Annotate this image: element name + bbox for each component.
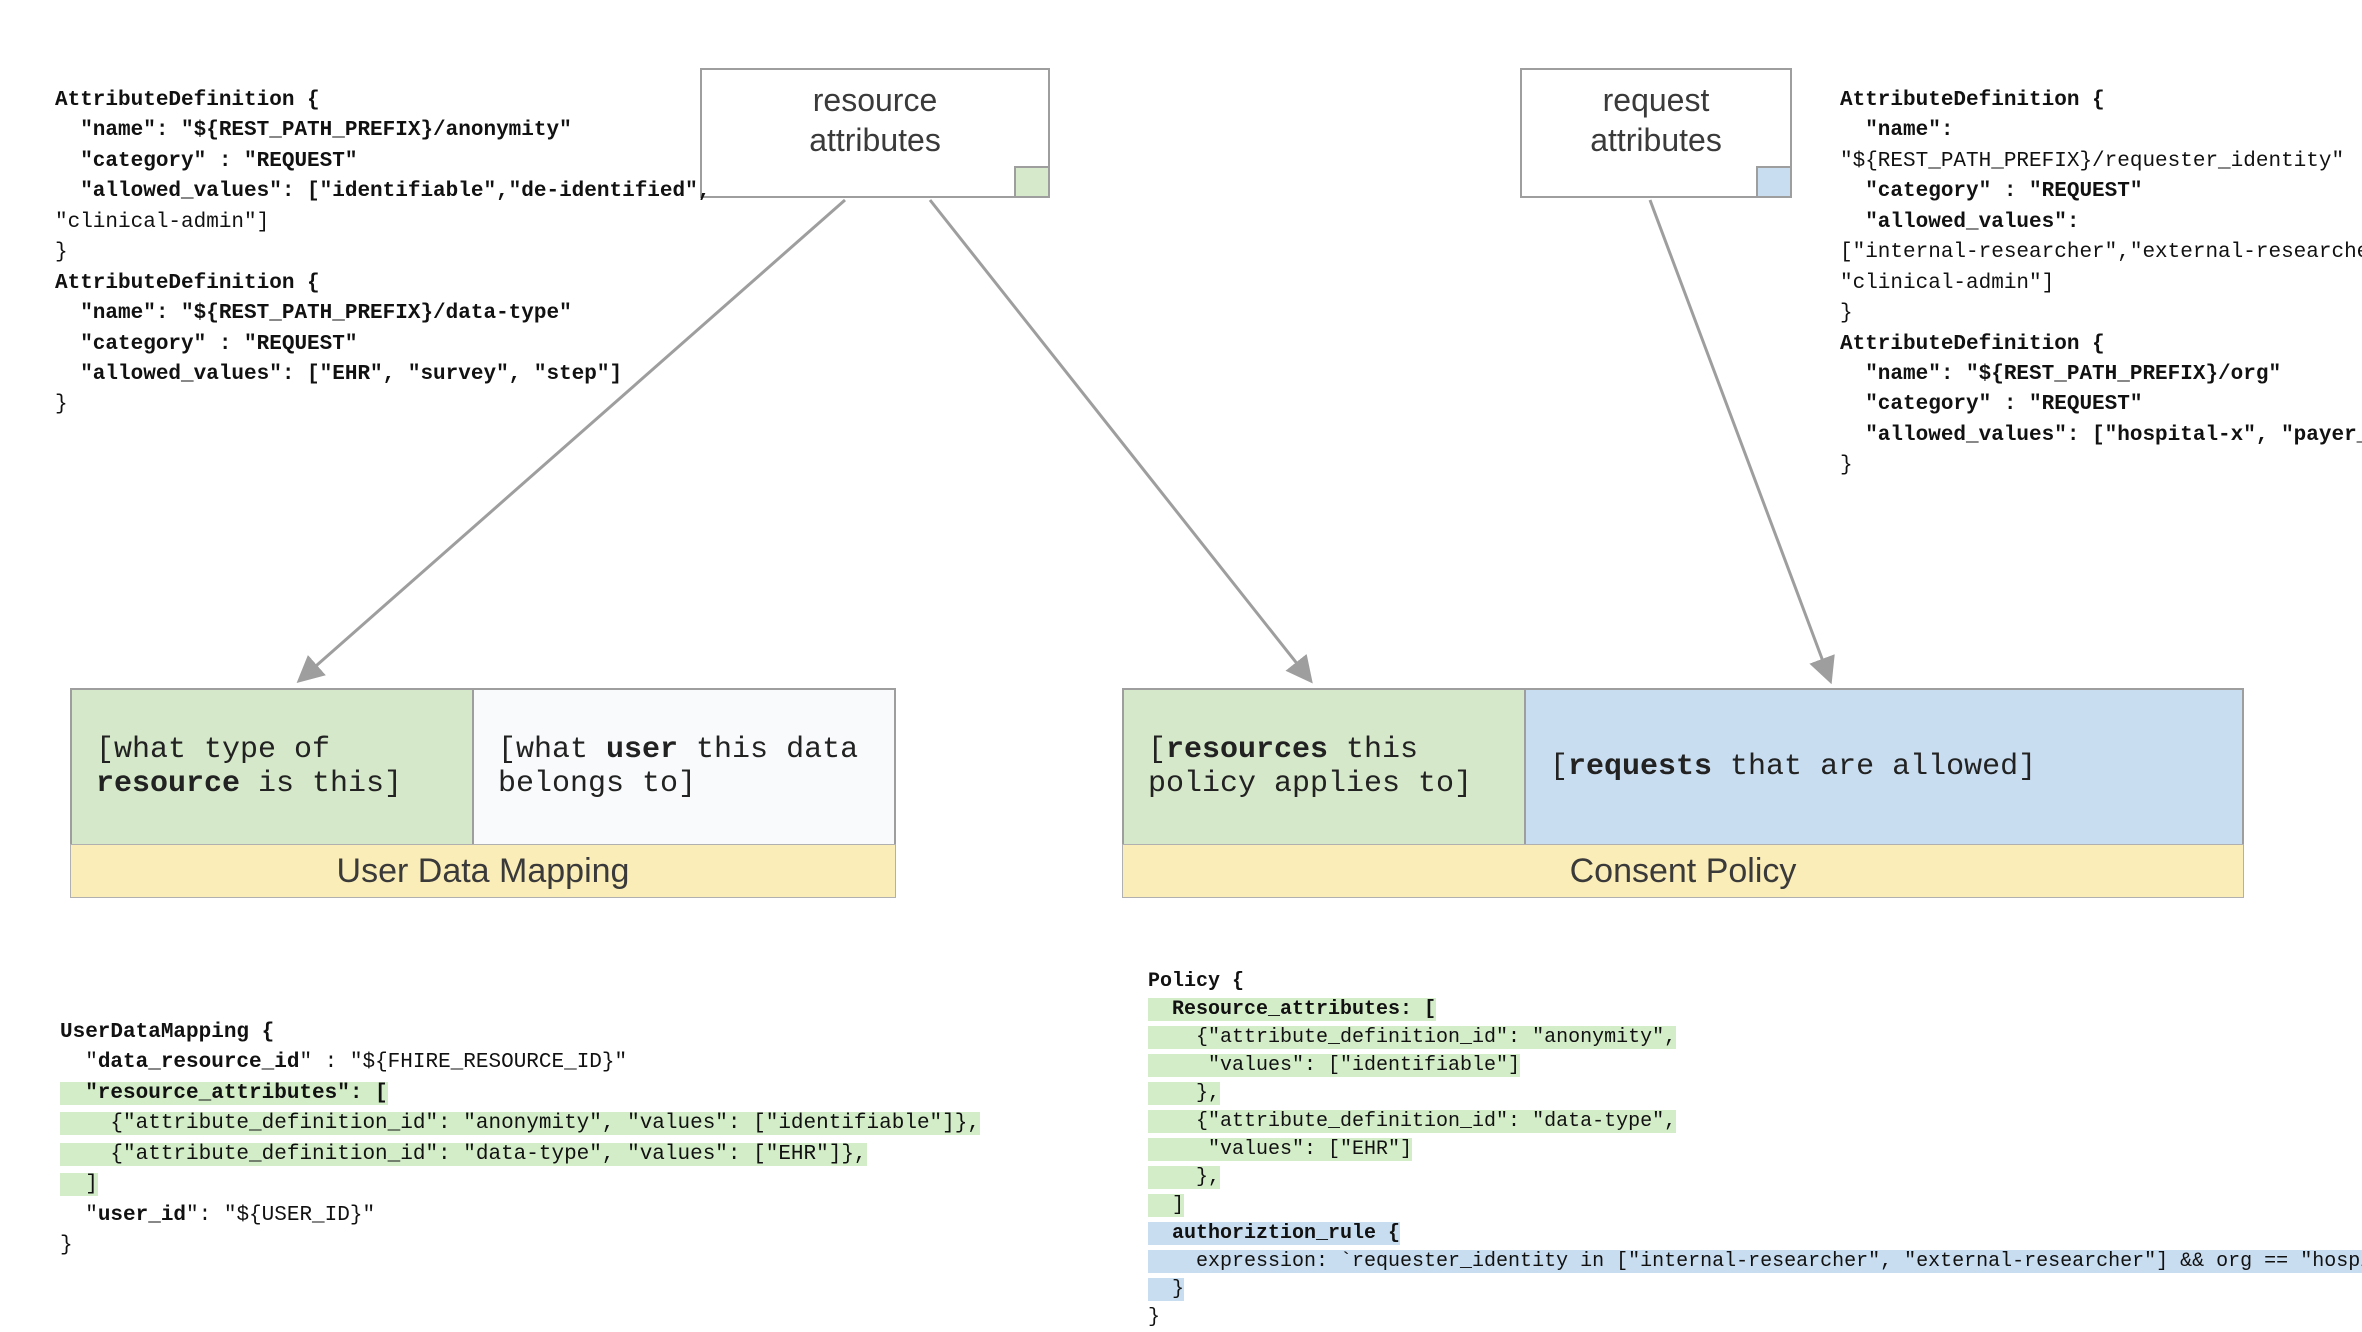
request-attributes-box: request attributes [1520,68,1792,198]
banner-label: Consent Policy [1570,852,1797,891]
consent-policy-banner: Consent Policy [1122,844,2244,898]
swatch-green [1014,166,1048,196]
resource-type-pill: [what type of resource is this] [70,688,474,846]
policy-applies-pill: [resources this policy applies to] [1122,688,1526,846]
user-belongs-pill: [what user this data belongs to] [472,688,896,846]
policy-code: Policy { Resource_attributes: [ {"attrib… [1148,968,2362,1332]
box-line: attributes [809,122,941,158]
user-data-mapping-banner: User Data Mapping [70,844,896,898]
pill-text: [resources this policy applies to] [1148,733,1500,801]
user-data-mapping-code: UserDataMapping { "data_resource_id" : "… [60,1018,980,1262]
box-line: request [1603,82,1710,118]
pill-text: [what user this data belongs to] [498,733,870,801]
resource-attributes-box: resource attributes [700,68,1050,198]
box-line: attributes [1590,122,1722,158]
pill-text: [requests that are allowed] [1550,750,2036,784]
request-attributes-title: request attributes [1522,70,1790,170]
requests-allowed-pill: [requests that are allowed] [1524,688,2244,846]
pill-text: [what type of resource is this] [96,733,448,801]
right-attribute-definition-code: AttributeDefinition { "name": "${REST_PA… [1840,86,2362,482]
box-line: resource [813,82,938,118]
banner-label: User Data Mapping [337,852,630,891]
left-attribute-definition-code: AttributeDefinition { "name": "${REST_PA… [55,86,710,421]
resource-attributes-title: resource attributes [702,70,1048,170]
swatch-blue [1756,166,1790,196]
